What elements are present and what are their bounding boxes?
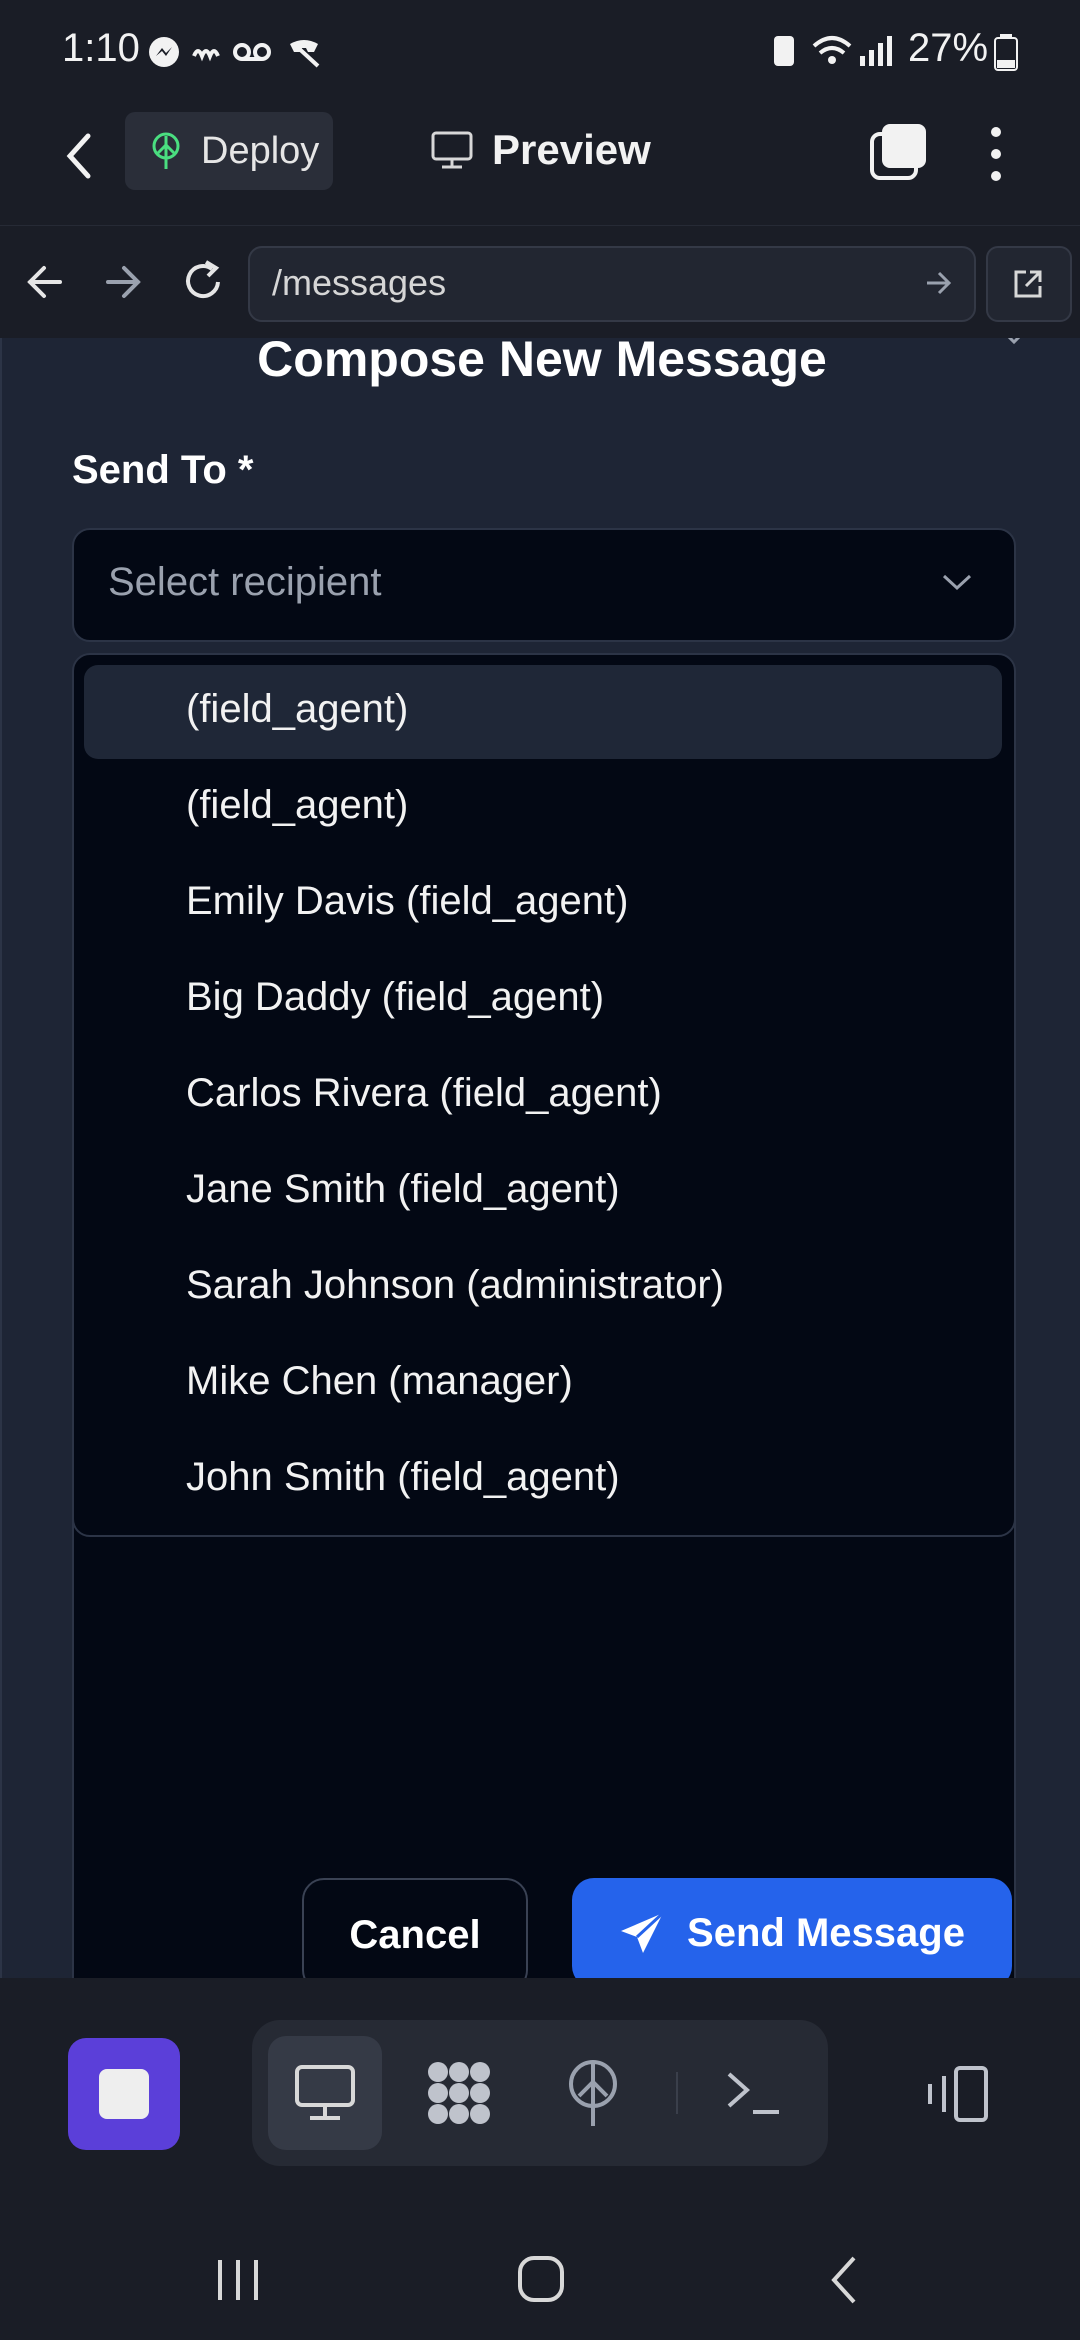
recent-apps-icon[interactable]	[214, 2258, 264, 2302]
status-bar: 1:10 27%	[0, 0, 1080, 100]
status-time: 1:10	[62, 26, 140, 70]
bottom-dock	[0, 1978, 1080, 2197]
recipient-option[interactable]: Mike Chen (manager)	[84, 1337, 1002, 1431]
url-text: /messages	[272, 262, 447, 303]
arrow-right-icon[interactable]	[104, 262, 144, 302]
grid-button[interactable]	[402, 2036, 516, 2150]
desktop-icon	[295, 2065, 355, 2120]
home-icon[interactable]	[516, 2254, 566, 2304]
url-input[interactable]: /messages	[248, 246, 976, 322]
cancel-button[interactable]: Cancel	[302, 1878, 528, 1978]
nav-back-icon[interactable]	[826, 2254, 862, 2306]
stop-button[interactable]	[68, 2038, 180, 2150]
recipient-option[interactable]: Jane Smith (field_agent)	[84, 1145, 1002, 1239]
dock-group	[252, 2020, 828, 2166]
cancel-label: Cancel	[349, 1912, 481, 1957]
tabs-icon[interactable]	[868, 122, 928, 182]
antenna-icon	[569, 2060, 617, 2126]
dock-divider	[676, 2072, 678, 2114]
recipient-option[interactable]: Emily Davis (field_agent)	[84, 857, 1002, 951]
recipient-option[interactable]: Sarah Johnson (administrator)	[84, 1241, 1002, 1335]
battery-percent: 27%	[908, 26, 989, 70]
deploy-icon	[152, 132, 180, 169]
open-external-button[interactable]	[986, 246, 1072, 322]
select-placeholder: Select recipient	[108, 560, 382, 604]
battery-icon	[994, 34, 1018, 71]
preview-label: Preview	[492, 126, 651, 173]
arrow-left-icon[interactable]	[24, 262, 64, 302]
terminal-icon	[727, 2072, 779, 2114]
monitor-icon	[431, 131, 473, 169]
recipient-option[interactable]: Carlos Rivera (field_agent)	[84, 1049, 1002, 1143]
back-icon[interactable]	[60, 130, 100, 182]
system-nav-bar	[0, 2190, 1080, 2340]
send-message-button[interactable]: Send Message	[572, 1878, 1012, 1978]
recipient-option[interactable]: John Smith (field_agent)	[84, 1433, 1002, 1527]
app-toolbar: Deploy Preview	[0, 100, 1080, 227]
notification-icons	[149, 37, 320, 68]
stop-icon	[99, 2069, 149, 2119]
deploy-label: Deploy	[201, 129, 320, 172]
recipient-option[interactable]: (field_agent)	[84, 665, 1002, 759]
compose-modal: Compose New Message Send To * Select rec…	[0, 338, 1080, 1978]
reload-icon[interactable]	[180, 258, 228, 306]
close-icon[interactable]	[998, 338, 1028, 352]
browser-bar: /messages	[0, 226, 1080, 338]
terminal-button[interactable]	[696, 2036, 810, 2150]
recipient-select[interactable]: Select recipient	[72, 528, 1016, 642]
go-arrow-icon[interactable]	[924, 268, 954, 298]
desktop-view-button[interactable]	[268, 2036, 382, 2150]
send-icon	[621, 1911, 665, 1953]
recipient-option[interactable]: (field_agent)	[84, 761, 1002, 855]
recipient-option[interactable]: Big Daddy (field_agent)	[84, 953, 1002, 1047]
send-to-label: Send To *	[72, 448, 254, 492]
device-icon[interactable]	[922, 2064, 992, 2124]
deploy-button[interactable]: Deploy	[125, 112, 333, 190]
recipient-dropdown: (field_agent) (field_agent) Emily Davis …	[72, 653, 1016, 1537]
preview-tab[interactable]: Preview	[430, 126, 651, 174]
modal-title: Compose New Message	[257, 338, 827, 387]
send-label: Send Message	[687, 1910, 965, 1955]
page-content: Compose New Message Send To * Select rec…	[0, 338, 1080, 1978]
more-icon[interactable]	[984, 122, 1008, 186]
deploy-dock-button[interactable]	[536, 2036, 650, 2150]
grid-icon	[428, 2062, 490, 2124]
chevron-down-icon	[942, 574, 972, 591]
open-external-icon	[1014, 270, 1042, 298]
